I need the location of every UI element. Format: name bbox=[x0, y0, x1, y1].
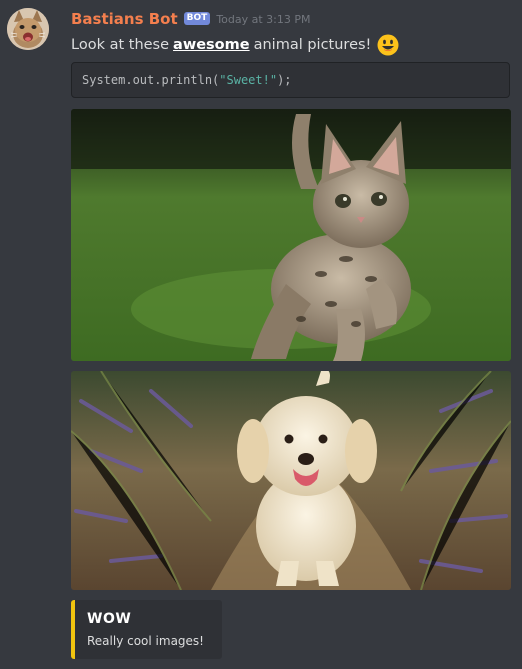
message-text-emphasis: awesome bbox=[173, 37, 250, 53]
puppy-image-attachment[interactable] bbox=[71, 371, 511, 590]
embed-description: Really cool images! bbox=[87, 634, 204, 648]
author-username[interactable]: Bastians Bot bbox=[71, 10, 178, 28]
bot-badge: BOT bbox=[183, 11, 211, 25]
code-suffix: ); bbox=[277, 73, 292, 87]
message-timestamp: Today at 3:13 PM bbox=[216, 12, 311, 26]
message-text-before: Look at these bbox=[71, 37, 170, 53]
chat-message: Bastians Bot BOT Today at 3:13 PM Look a… bbox=[0, 0, 522, 669]
message-text-after: animal pictures! bbox=[253, 37, 372, 53]
embed-title: WOW bbox=[87, 611, 132, 627]
kitten-image-attachment[interactable] bbox=[71, 109, 511, 361]
puppy-photo bbox=[71, 371, 511, 590]
rich-embed: WOW Really cool images! bbox=[71, 600, 222, 659]
code-string: "Sweet!" bbox=[219, 73, 278, 87]
code-block: System.out.println("Sweet!"); bbox=[71, 62, 510, 98]
bot-avatar[interactable] bbox=[7, 8, 49, 50]
message-content: Look at these awesome animal pictures! bbox=[71, 34, 399, 56]
smiley-emoji-icon[interactable] bbox=[377, 34, 399, 56]
message-header: Bastians Bot BOT Today at 3:13 PM bbox=[71, 9, 311, 29]
code-prefix: System.out.println( bbox=[82, 73, 220, 87]
cat-avatar-icon bbox=[7, 8, 49, 50]
kitten-photo bbox=[71, 109, 511, 361]
